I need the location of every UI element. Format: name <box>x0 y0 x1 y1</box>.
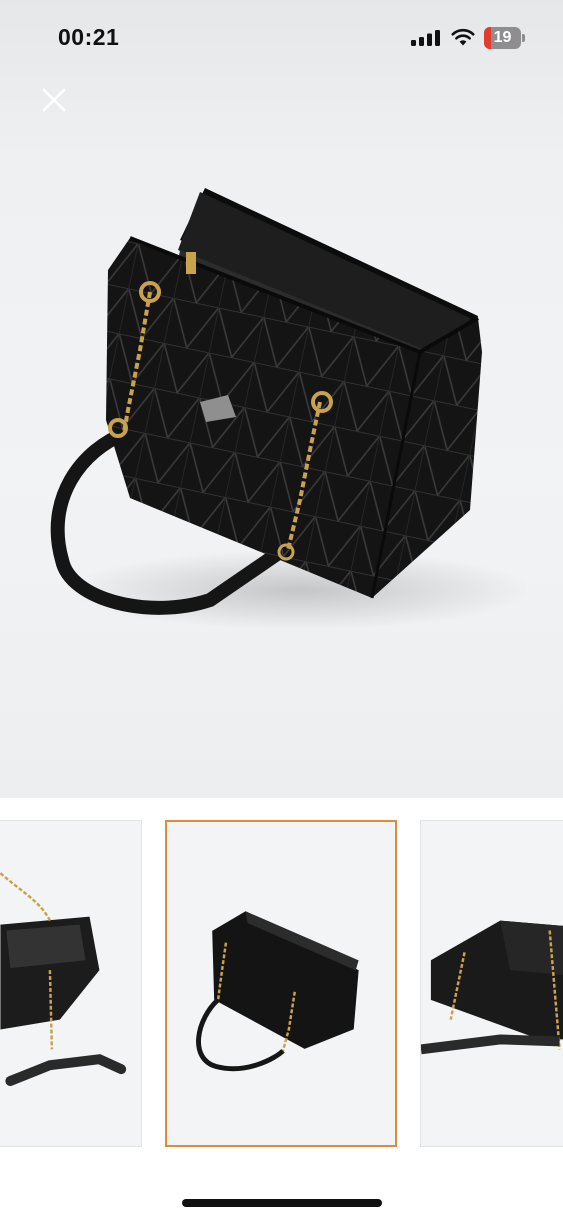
battery-body: 19 <box>484 27 521 49</box>
thumbnail-strip[interactable] <box>0 798 563 1168</box>
thumbnail-2-image <box>196 911 359 1072</box>
thumbnail-3[interactable] <box>420 820 563 1147</box>
product-image-viewer: 00:21 19 <box>0 0 563 1219</box>
battery-icon: 19 <box>484 27 526 49</box>
status-time: 00:21 <box>58 24 120 50</box>
thumbnail-1[interactable] <box>0 820 142 1147</box>
close-icon[interactable] <box>36 82 72 118</box>
thumbnail-3-image <box>421 920 563 1055</box>
cellular-signal-icon <box>411 30 440 46</box>
battery-percentage: 19 <box>493 29 512 46</box>
thumbnail-1-image <box>0 872 127 1086</box>
battery-cap <box>522 34 525 42</box>
main-product-photo-area[interactable]: 00:21 19 <box>0 0 563 798</box>
thumbnail-2-selected[interactable] <box>165 820 397 1147</box>
status-bar: 00:21 19 <box>0 0 563 70</box>
home-indicator[interactable] <box>182 1199 382 1207</box>
wifi-icon <box>451 28 475 46</box>
handbag-photo <box>50 188 530 630</box>
